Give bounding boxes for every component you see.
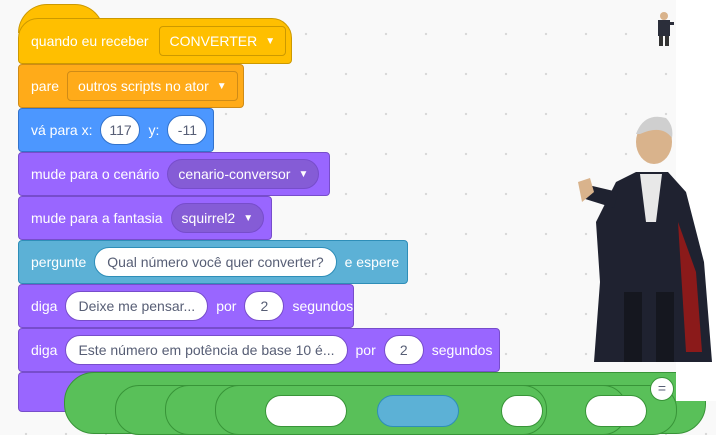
stop-option-value: outros scripts no ator	[78, 78, 209, 94]
equals-operator[interactable]: =	[650, 377, 674, 401]
sprite-thumbnail-icon[interactable]	[652, 10, 676, 48]
say-message-input[interactable]: Deixe me pensar...	[65, 291, 209, 321]
caret-down-icon: ▼	[216, 80, 227, 92]
for-label: por	[355, 342, 376, 358]
say-for-secs-block-1[interactable]: diga Deixe me pensar... por 2 segundos	[18, 284, 354, 328]
caret-down-icon: ▼	[265, 35, 276, 47]
x-input[interactable]: 117	[100, 115, 141, 145]
question-input[interactable]: Qual número você quer converter?	[94, 247, 337, 277]
y-label: y:	[148, 122, 160, 138]
say-message-input[interactable]: Este número em potência de base 10 é...	[65, 335, 348, 365]
number-input[interactable]	[265, 395, 347, 427]
seconds-label: segundos	[292, 298, 354, 314]
switch-costume-block[interactable]: mude para a fantasia squirrel2 ▼	[18, 196, 272, 240]
goto-xy-block[interactable]: vá para x: 117 y: -11	[18, 108, 214, 152]
y-input[interactable]: -11	[167, 115, 208, 145]
ask-label: pergunte	[31, 254, 87, 270]
message-value: CONVERTER	[169, 33, 258, 49]
caret-down-icon: ▼	[243, 212, 254, 224]
costume-value: squirrel2	[181, 210, 236, 226]
stop-option-dropdown[interactable]: outros scripts no ator ▼	[67, 71, 238, 101]
backdrop-dropdown[interactable]: cenario-conversor ▼	[167, 159, 320, 189]
goto-label: vá para x:	[31, 122, 93, 138]
switch-costume-label: mude para a fantasia	[31, 210, 163, 226]
caret-down-icon: ▼	[298, 168, 309, 180]
message-dropdown[interactable]: CONVERTER ▼	[158, 26, 287, 56]
stop-label: pare	[31, 78, 60, 94]
costume-dropdown[interactable]: squirrel2 ▼	[170, 203, 265, 233]
stop-block[interactable]: pare outros scripts no ator ▼	[18, 64, 244, 108]
secs-input[interactable]: 2	[244, 291, 285, 321]
seconds-label: segundos	[431, 342, 493, 358]
say-for-secs-block-2[interactable]: diga Este número em potência de base 10 …	[18, 328, 500, 372]
when-i-receive-block[interactable]: quando eu receber CONVERTER ▼	[18, 18, 292, 64]
doctor-sprite-image[interactable]	[574, 112, 716, 364]
switch-backdrop-block[interactable]: mude para o cenário cenario-conversor ▼	[18, 152, 330, 196]
switch-backdrop-label: mude para o cenário	[31, 166, 160, 182]
operator-reporter[interactable]	[64, 372, 706, 435]
answer-reporter[interactable]	[377, 395, 459, 427]
number-input[interactable]	[585, 395, 647, 427]
say-label: diga	[31, 298, 58, 314]
and-wait-label: e espere	[344, 254, 400, 270]
for-label: por	[216, 298, 237, 314]
when-i-receive-label: quando eu receber	[31, 33, 149, 49]
number-input[interactable]	[501, 395, 543, 427]
secs-input[interactable]: 2	[383, 335, 424, 365]
backdrop-value: cenario-conversor	[178, 166, 291, 182]
ask-and-wait-block[interactable]: pergunte Qual número você quer converter…	[18, 240, 408, 284]
say-label: diga	[31, 342, 58, 358]
